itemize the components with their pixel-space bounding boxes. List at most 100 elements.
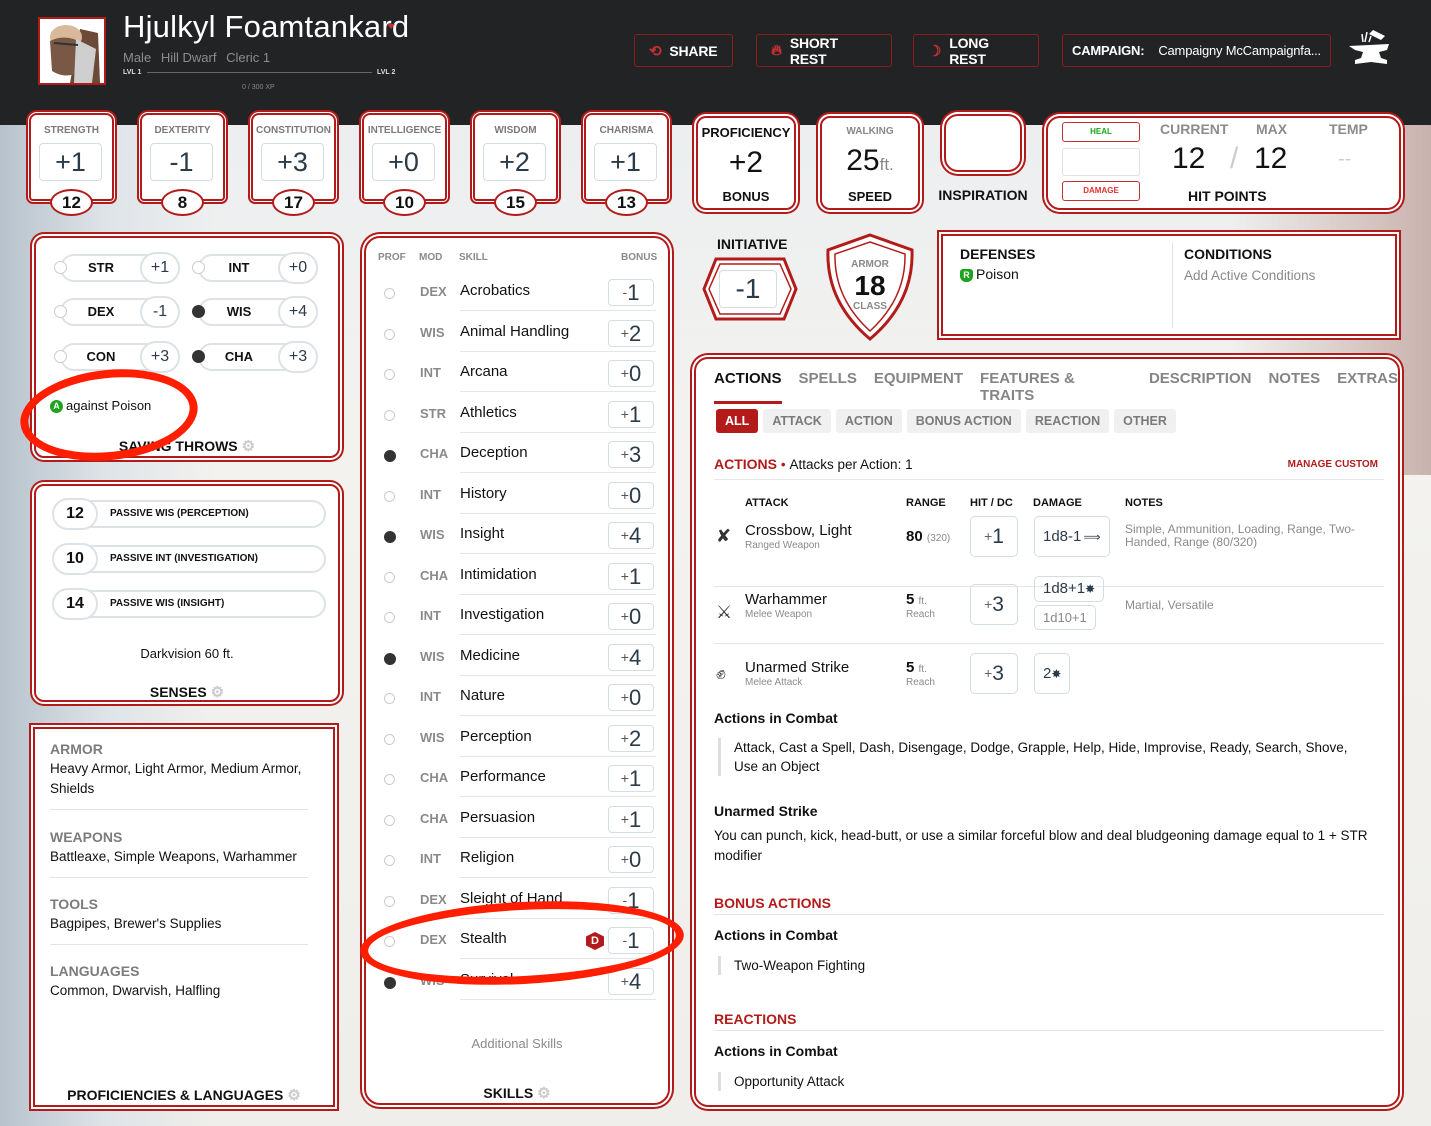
ability-modifier[interactable]: +3 bbox=[261, 143, 324, 181]
share-button[interactable]: ⟲ SHARE bbox=[634, 34, 733, 67]
character-name[interactable]: Hjulkyl Foamtankard bbox=[123, 9, 409, 45]
hp-temp-value[interactable]: -- bbox=[1338, 148, 1351, 171]
hp-current-value[interactable]: 12 bbox=[1172, 142, 1205, 176]
short-rest-button[interactable]: 🔥︎ SHORT REST bbox=[756, 34, 892, 67]
attack-hit-button[interactable]: +3 bbox=[970, 584, 1018, 625]
filter-reaction[interactable]: REACTION bbox=[1025, 409, 1110, 433]
gear-icon[interactable]: ⚙ bbox=[211, 683, 224, 701]
attack-damage-versatile-button[interactable]: 1d10+1 bbox=[1034, 605, 1096, 630]
skill-bonus-button[interactable]: +0 bbox=[608, 684, 654, 711]
ability-wisdom[interactable]: WISDOM +2 15 bbox=[469, 113, 562, 216]
skill-row-intimidation[interactable]: CHA Intimidation +1 bbox=[380, 556, 658, 596]
heal-button[interactable]: HEAL bbox=[1062, 122, 1140, 142]
skill-row-perception[interactable]: WIS Perception +2 bbox=[380, 718, 658, 758]
conditions-title[interactable]: CONDITIONS bbox=[1184, 246, 1272, 262]
tab-actions[interactable]: ACTIONS bbox=[714, 370, 782, 404]
saving-throw-dex[interactable]: DEX -1 bbox=[54, 296, 182, 328]
bonus-actions-combat-list[interactable]: Two-Weapon Fighting bbox=[718, 956, 1358, 975]
campaign-button[interactable]: CAMPAIGN: Campaigny McCampaignfa... bbox=[1062, 34, 1331, 67]
character-avatar[interactable] bbox=[38, 17, 106, 85]
skill-row-sleight-of-hand[interactable]: DEX Sleight of Hand -1 bbox=[380, 880, 658, 920]
ability-modifier[interactable]: +1 bbox=[39, 143, 102, 181]
skill-bonus-button[interactable]: +1 bbox=[608, 805, 654, 833]
attack-hit-button[interactable]: +3 bbox=[970, 653, 1018, 694]
skill-bonus-button[interactable]: -1 bbox=[608, 927, 654, 954]
skill-bonus-button[interactable]: +2 bbox=[608, 319, 654, 347]
gear-icon[interactable]: ⚙ bbox=[537, 1084, 550, 1102]
gear-icon[interactable]: ⚙ bbox=[242, 437, 255, 455]
attack-row[interactable]: ✘ Crossbow, Light Ranged Weapon 80 (320)… bbox=[714, 516, 1384, 576]
attack-row[interactable]: ⚔ Warhammer Melee Weapon 5 ft. Reach +3 … bbox=[714, 576, 1384, 644]
attack-damage-button[interactable]: 1d8-1 ⟹ bbox=[1034, 516, 1110, 557]
skill-bonus-button[interactable]: +4 bbox=[608, 967, 654, 995]
saving-throw-int[interactable]: INT +0 bbox=[192, 252, 320, 284]
saving-throw-wis[interactable]: WIS +4 bbox=[192, 296, 320, 328]
skill-bonus-button[interactable]: -1 bbox=[608, 279, 654, 306]
filter-action[interactable]: ACTION bbox=[835, 409, 902, 433]
inspiration-toggle[interactable] bbox=[944, 114, 1022, 172]
filter-all[interactable]: ALL bbox=[716, 409, 759, 433]
tab-spells[interactable]: SPELLS bbox=[799, 370, 857, 404]
skill-row-religion[interactable]: INT Religion +0 bbox=[380, 839, 658, 879]
ability-modifier[interactable]: +1 bbox=[594, 143, 657, 181]
skill-bonus-button[interactable]: +4 bbox=[608, 522, 654, 549]
skill-bonus-button[interactable]: +0 bbox=[608, 846, 654, 873]
caret-down-icon[interactable] bbox=[387, 24, 395, 29]
defenses-title[interactable]: DEFENSES bbox=[960, 246, 1035, 262]
attack-hit-button[interactable]: +1 bbox=[970, 516, 1018, 557]
filter-other[interactable]: OTHER bbox=[1114, 409, 1176, 433]
ability-modifier[interactable]: -1 bbox=[150, 143, 213, 181]
tab-extras[interactable]: EXTRAS bbox=[1337, 370, 1398, 404]
skill-row-performance[interactable]: CHA Performance +1 bbox=[380, 758, 658, 798]
tab-features-traits[interactable]: FEATURES & TRAITS bbox=[980, 370, 1132, 404]
saving-throw-con[interactable]: CON +3 bbox=[54, 341, 182, 373]
actions-in-combat-list[interactable]: Attack, Cast a Spell, Dash, Disengage, D… bbox=[718, 738, 1358, 776]
filter-bonus-action[interactable]: BONUS ACTION bbox=[906, 409, 1021, 433]
ability-intelligence[interactable]: INTELLIGENCE +0 10 bbox=[358, 113, 451, 216]
skill-bonus-button[interactable]: +1 bbox=[608, 562, 654, 590]
skill-row-deception[interactable]: CHA Deception +3 bbox=[380, 434, 658, 474]
saving-throw-cha[interactable]: CHA +3 bbox=[192, 341, 320, 373]
reactions-combat-list[interactable]: Opportunity Attack bbox=[718, 1072, 1358, 1091]
filter-attack[interactable]: ATTACK bbox=[763, 409, 831, 433]
skill-bonus-button[interactable]: +1 bbox=[608, 765, 654, 792]
long-rest-button[interactable]: ☽ LONG REST bbox=[913, 34, 1039, 67]
skill-row-stealth[interactable]: DEX Stealth D -1 bbox=[380, 920, 658, 960]
skill-row-medicine[interactable]: WIS Medicine +4 bbox=[380, 637, 658, 677]
ability-dexterity[interactable]: DEXTERITY -1 8 bbox=[136, 113, 229, 216]
damage-button[interactable]: DAMAGE bbox=[1062, 181, 1140, 201]
initiative-value[interactable]: -1 bbox=[719, 270, 777, 308]
ability-modifier[interactable]: +2 bbox=[483, 143, 546, 181]
attack-row[interactable]: ✊︎ Unarmed Strike Melee Attack 5 ft. Rea… bbox=[714, 653, 1384, 695]
skill-row-persuasion[interactable]: CHA Persuasion +1 bbox=[380, 799, 658, 839]
skill-row-arcana[interactable]: INT Arcana +0 bbox=[380, 353, 658, 393]
skill-row-animal-handling[interactable]: WIS Animal Handling +2 bbox=[380, 313, 658, 353]
skill-bonus-button[interactable]: +0 bbox=[608, 603, 654, 630]
skill-row-nature[interactable]: INT Nature +0 bbox=[380, 677, 658, 717]
skill-row-history[interactable]: INT History +0 bbox=[380, 475, 658, 515]
hp-adjust-input[interactable] bbox=[1062, 148, 1140, 176]
skill-row-investigation[interactable]: INT Investigation +0 bbox=[380, 596, 658, 636]
skill-bonus-button[interactable]: +3 bbox=[608, 441, 654, 468]
skill-bonus-button[interactable]: +1 bbox=[608, 400, 654, 428]
tab-equipment[interactable]: EQUIPMENT bbox=[874, 370, 963, 404]
ability-strength[interactable]: STRENGTH +1 12 bbox=[25, 113, 118, 216]
gear-icon[interactable]: ⚙ bbox=[287, 1086, 300, 1104]
manage-custom-link[interactable]: MANAGE CUSTOM bbox=[1288, 459, 1378, 470]
add-conditions-link[interactable]: Add Active Conditions bbox=[1184, 268, 1315, 283]
attack-damage-button[interactable]: 1d8+1✸ bbox=[1034, 576, 1105, 602]
saving-throw-str[interactable]: STR +1 bbox=[54, 252, 182, 284]
additional-skills-link[interactable]: Additional Skills bbox=[366, 1036, 668, 1051]
skill-bonus-button[interactable]: +4 bbox=[608, 643, 654, 671]
skill-bonus-button[interactable]: +0 bbox=[608, 360, 654, 387]
skill-bonus-button[interactable]: +2 bbox=[608, 724, 654, 752]
skill-row-acrobatics[interactable]: DEX Acrobatics -1 bbox=[380, 272, 658, 312]
ability-constitution[interactable]: CONSTITUTION +3 17 bbox=[247, 113, 340, 216]
skill-row-insight[interactable]: WIS Insight +4 bbox=[380, 515, 658, 555]
ability-charisma[interactable]: CHARISMA +1 13 bbox=[580, 113, 673, 216]
ability-modifier[interactable]: +0 bbox=[372, 143, 435, 181]
armor-class-value[interactable]: 18 bbox=[822, 270, 918, 302]
skill-row-survival[interactable]: WIS Survival +4 bbox=[380, 961, 658, 1001]
skill-bonus-button[interactable]: -1 bbox=[608, 886, 654, 914]
skill-bonus-button[interactable]: +0 bbox=[608, 481, 654, 509]
